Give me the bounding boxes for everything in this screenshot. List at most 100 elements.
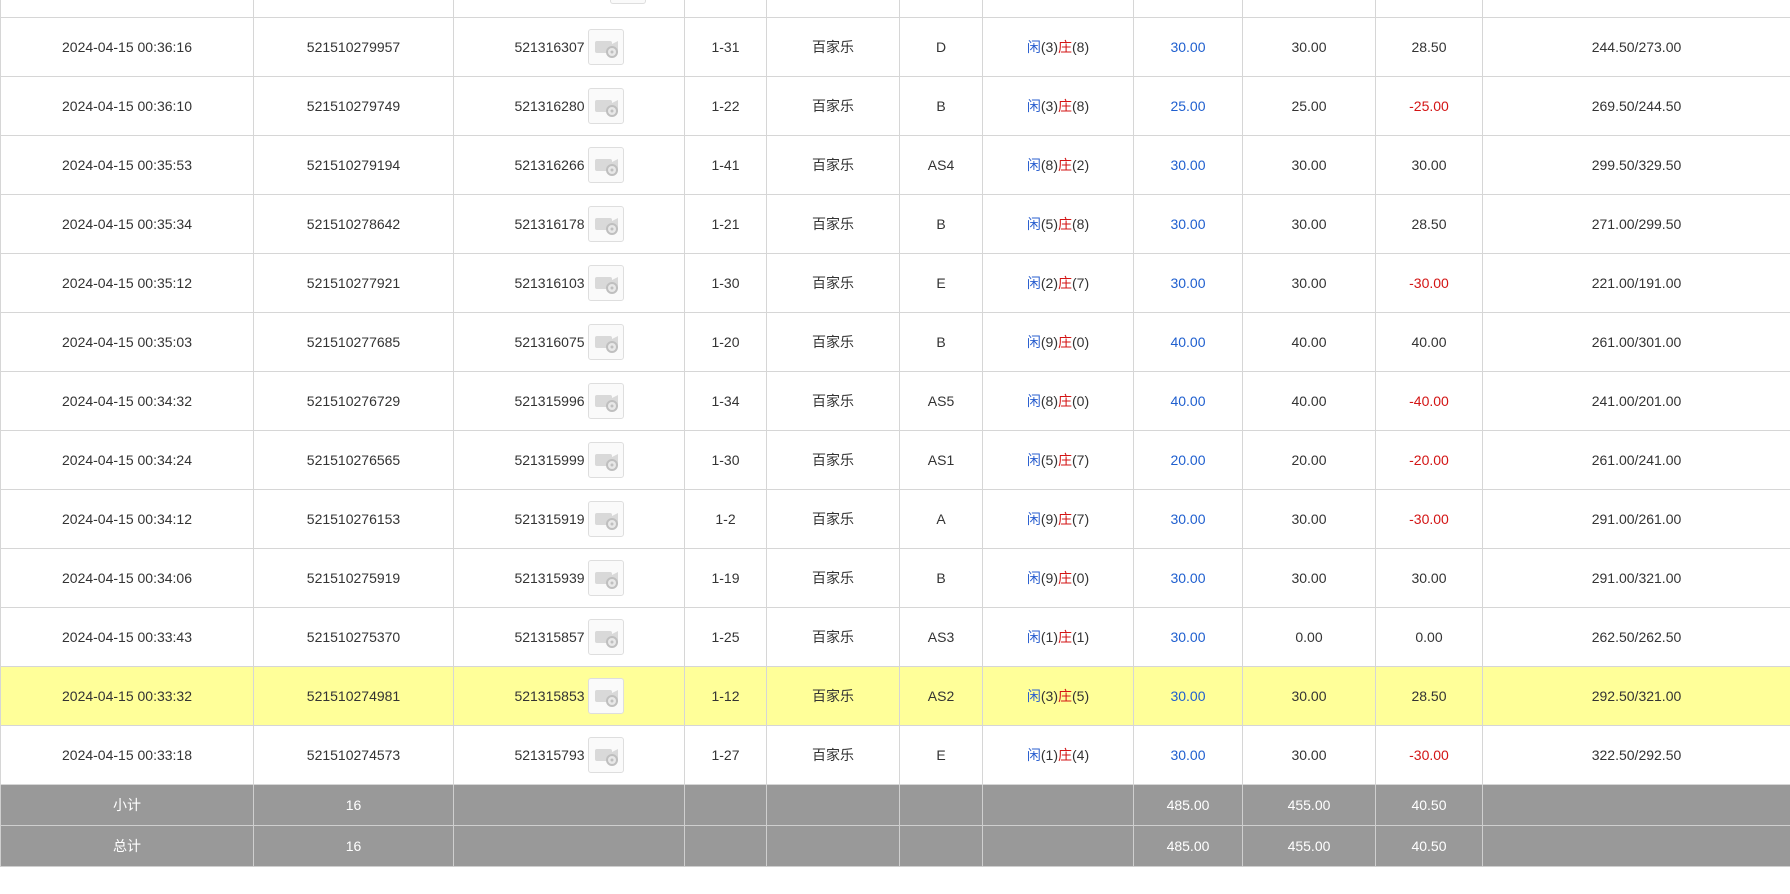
player-value: (1): [1040, 629, 1058, 645]
video-replay-icon[interactable]: [587, 619, 624, 655]
table-number: 1-19: [684, 548, 767, 608]
table-row: 2024-04-15 00:33:43 521510275370 521315857…: [0, 607, 1790, 667]
game-result: 闲(2)庄(7): [982, 253, 1134, 313]
video-replay-icon[interactable]: [587, 88, 624, 124]
round-number-text: 521316075: [514, 334, 585, 350]
player-value: (5): [1040, 216, 1058, 232]
player-value: (1): [1040, 747, 1058, 763]
game-name: 百家乐: [766, 312, 900, 372]
subtotal-label: 小计: [0, 784, 254, 826]
table-number: 1-20: [684, 312, 767, 372]
round-number-text: 521315853: [514, 688, 585, 704]
bet-amount: 30.00: [1133, 135, 1243, 195]
video-replay-icon[interactable]: [587, 442, 624, 478]
banker-label: 庄: [1058, 570, 1072, 586]
empty-cell: [1482, 784, 1790, 826]
table-number: 1-2: [684, 489, 767, 549]
win-loss: -30.00: [1375, 253, 1483, 313]
round-number-text: 521315939: [514, 570, 585, 586]
banker-value: (7): [1072, 511, 1090, 527]
bet-amount: 30.00: [1133, 194, 1243, 254]
win-loss: 28.50: [1375, 17, 1483, 77]
bet-type: AS4: [899, 135, 983, 195]
game-name: 百家乐: [766, 489, 900, 549]
video-replay-icon[interactable]: [587, 29, 624, 65]
video-replay-icon[interactable]: [587, 324, 624, 360]
player-label: 闲: [1026, 452, 1041, 468]
bet-number: 521510275919: [253, 548, 454, 608]
balance: 261.00/241.00: [1482, 430, 1790, 490]
table-number: 1-30: [684, 430, 767, 490]
bet-amount: 25.00: [1133, 76, 1243, 136]
banker-label: 庄: [1058, 629, 1072, 645]
bet-number: 521510278642: [253, 194, 454, 254]
subtotal-bet: 485.00: [1133, 784, 1243, 826]
video-replay-icon[interactable]: [587, 737, 624, 773]
video-replay-icon[interactable]: [587, 206, 624, 242]
table-number: 1-12: [684, 666, 767, 726]
bet-number: 521510277685: [253, 312, 454, 372]
table-row: 2024-04-15 00:34:12 521510276153 521315919…: [0, 489, 1790, 549]
round-number: 521316075: [453, 312, 685, 372]
balance: 299.50/329.50: [1482, 135, 1790, 195]
round-number-text: 521316307: [514, 39, 585, 55]
bet-type: B: [899, 312, 983, 372]
banker-value: (7): [1072, 452, 1090, 468]
total-valid: 455.00: [1242, 825, 1376, 867]
video-replay-icon[interactable]: [587, 678, 624, 714]
valid-amount: 40.00: [1242, 312, 1376, 372]
bet-number: 521510275370: [253, 607, 454, 667]
banker-label: 庄: [1058, 334, 1072, 350]
win-loss: -40.00: [1375, 371, 1483, 431]
bet-time: 2024-04-15 00:34:12: [0, 489, 254, 549]
table-row: 2024-04-15 00:34:32 521510276729 521315996…: [0, 371, 1790, 431]
game-name: 百家乐: [766, 430, 900, 490]
banker-value: (0): [1072, 570, 1090, 586]
table-number: 1-25: [684, 607, 767, 667]
bet-number: 521510274573: [253, 725, 454, 785]
game-result: 闲(3)庄(8): [982, 17, 1134, 77]
win-loss: -20.00: [1375, 430, 1483, 490]
table-row: 2024-04-15 00:34:06 521510275919 521315939…: [0, 548, 1790, 608]
video-replay-icon[interactable]: [610, 0, 646, 4]
video-replay-icon[interactable]: [587, 265, 624, 301]
bet-type: AS3: [899, 607, 983, 667]
total-winloss: 40.50: [1375, 825, 1483, 867]
balance: 262.50/262.50: [1482, 607, 1790, 667]
video-replay-icon[interactable]: [587, 501, 624, 537]
video-replay-icon[interactable]: [587, 560, 624, 596]
total-bet: 485.00: [1133, 825, 1243, 867]
game-name: 百家乐: [766, 666, 900, 726]
bet-type: AS5: [899, 371, 983, 431]
banker-label: 庄: [1058, 39, 1072, 55]
balance: 221.00/191.00: [1482, 253, 1790, 313]
video-replay-icon[interactable]: [587, 383, 624, 419]
bet-type: A: [899, 489, 983, 549]
subtotal-valid: 455.00: [1242, 784, 1376, 826]
balance: 291.00/321.00: [1482, 548, 1790, 608]
round-number: 521315919: [453, 489, 685, 549]
game-name: 百家乐: [766, 253, 900, 313]
game-result: 闲(3)庄(5): [982, 666, 1134, 726]
empty-cell: [684, 825, 767, 867]
table-number: 1-31: [684, 17, 767, 77]
bet-number: 521510276565: [253, 430, 454, 490]
bet-number: 521510279194: [253, 135, 454, 195]
game-result: 闲(9)庄(0): [982, 548, 1134, 608]
bet-amount: 20.00: [1133, 430, 1243, 490]
game-name: 百家乐: [766, 725, 900, 785]
bet-amount: 40.00: [1133, 312, 1243, 372]
table-number: 1-34: [684, 371, 767, 431]
win-loss: 28.50: [1375, 666, 1483, 726]
player-value: (9): [1040, 334, 1058, 350]
banker-value: (8): [1072, 98, 1090, 114]
bet-amount: 30.00: [1133, 489, 1243, 549]
video-replay-icon[interactable]: [587, 147, 624, 183]
player-label: 闲: [1026, 275, 1041, 291]
banker-value: (8): [1072, 39, 1090, 55]
table-row-partial: [0, 0, 1790, 18]
balance: 292.50/321.00: [1482, 666, 1790, 726]
player-value: (9): [1040, 511, 1058, 527]
balance: 269.50/244.50: [1482, 76, 1790, 136]
bet-number: 521510279749: [253, 76, 454, 136]
